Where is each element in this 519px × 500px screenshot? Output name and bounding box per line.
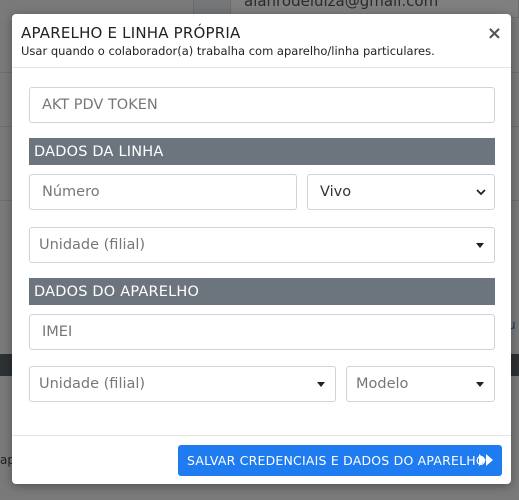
- modal-subtitle: Usar quando o colaborador(a) trabalha co…: [21, 44, 435, 58]
- save-credentials-button[interactable]: SALVAR CREDENCIAIS E DADOS DO APARELHO: [178, 445, 502, 476]
- caret-down-icon: [476, 243, 484, 248]
- carrier-selected-value: Vivo: [320, 184, 352, 200]
- caret-down-icon: [476, 382, 484, 387]
- model-select[interactable]: Modelo: [346, 366, 495, 402]
- device-unit-placeholder: Unidade (filial): [39, 376, 146, 392]
- modal-footer: SALVAR CREDENCIAIS E DADOS DO APARELHO: [12, 435, 511, 484]
- device-section-heading: DADOS DO APARELHO: [29, 278, 495, 305]
- phone-number-placeholder: Número: [42, 184, 100, 200]
- caret-down-icon: [317, 382, 325, 387]
- line-unit-select[interactable]: Unidade (filial): [29, 227, 495, 263]
- device-line-modal: APARELHO E LINHA PRÓPRIA Usar quando o c…: [12, 14, 511, 484]
- line-section-heading: DADOS DA LINHA: [29, 138, 495, 165]
- token-input-value: AKT PDV TOKEN: [42, 97, 158, 113]
- device-unit-select[interactable]: Unidade (filial): [29, 366, 336, 402]
- save-button-label: SALVAR CREDENCIAIS E DADOS DO APARELHO: [187, 453, 486, 468]
- carrier-select[interactable]: Vivo: [307, 174, 495, 210]
- imei-input[interactable]: IMEI: [29, 314, 495, 350]
- line-unit-placeholder: Unidade (filial): [39, 237, 146, 253]
- close-icon[interactable]: ×: [487, 25, 502, 43]
- token-input[interactable]: AKT PDV TOKEN: [29, 87, 495, 123]
- phone-number-input[interactable]: Número: [29, 174, 297, 210]
- imei-placeholder: IMEI: [42, 324, 73, 340]
- modal-title: APARELHO E LINHA PRÓPRIA: [21, 24, 241, 42]
- model-placeholder: Modelo: [356, 376, 409, 392]
- modal-header: APARELHO E LINHA PRÓPRIA Usar quando o c…: [12, 14, 511, 68]
- chevron-down-icon: [476, 189, 486, 196]
- fast-forward-icon: [479, 454, 493, 466]
